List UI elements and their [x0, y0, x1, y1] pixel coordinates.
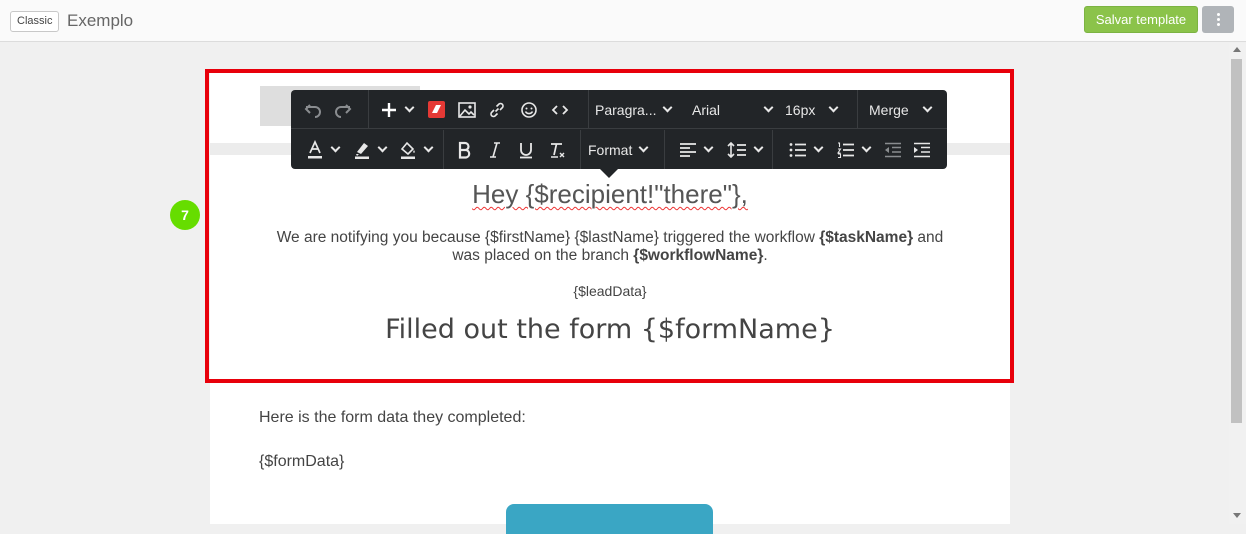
highlight-color-button[interactable] — [347, 130, 391, 169]
link-icon — [490, 102, 504, 117]
brand-logo-icon — [427, 101, 445, 118]
form-heading[interactable]: Filled out the form {$formName} — [210, 313, 1010, 347]
indent-icon — [914, 142, 930, 157]
line-height-dropdown[interactable] — [723, 130, 765, 169]
scroll-down-arrow-icon[interactable] — [1233, 513, 1241, 518]
chevron-down-icon — [763, 102, 774, 113]
italic-icon — [490, 141, 500, 158]
task-name-variable: {$taskName} — [819, 229, 914, 246]
scrollbar-thumb[interactable] — [1231, 59, 1242, 423]
font-family-label: Arial — [692, 101, 721, 118]
chevron-down-icon — [861, 142, 871, 153]
font-family-dropdown[interactable]: Arial — [692, 90, 774, 129]
highlight-color-icon — [354, 142, 369, 159]
clear-format-button[interactable] — [542, 130, 572, 169]
lead-data-variable[interactable]: {$leadData} — [210, 283, 1010, 299]
paragraph-dropdown[interactable]: Paragra... — [595, 90, 681, 129]
form-data-intro[interactable]: Here is the form data they completed: — [259, 409, 526, 427]
clear-format-icon — [551, 142, 565, 158]
chevron-down-icon — [922, 102, 933, 113]
redo-button[interactable] — [327, 90, 359, 129]
workflow-name-variable: {$workflowName} — [633, 247, 764, 264]
step-marker: 7 — [170, 200, 200, 230]
outdent-icon — [885, 142, 901, 157]
code-icon — [551, 104, 569, 115]
fill-color-button[interactable] — [393, 130, 437, 169]
more-options-button[interactable] — [1202, 6, 1234, 33]
insert-button[interactable] — [373, 90, 419, 129]
text-color-button[interactable] — [299, 130, 345, 169]
top-bar: Classic Exemplo Salvar template — [0, 0, 1246, 42]
underline-button[interactable] — [511, 130, 541, 169]
text-color-icon — [307, 139, 322, 158]
undo-icon — [304, 103, 321, 118]
numbered-list-dropdown[interactable] — [831, 130, 875, 169]
merge-label: Merge — [869, 101, 909, 118]
save-template-button[interactable]: Salvar template — [1084, 6, 1198, 33]
chevron-down-icon — [703, 142, 713, 153]
undo-button[interactable] — [297, 90, 329, 129]
chevron-down-icon — [813, 142, 823, 153]
bold-icon — [458, 141, 471, 159]
insert-emoji-button[interactable] — [515, 90, 543, 129]
cta-button[interactable] — [506, 504, 713, 534]
emoji-icon — [521, 101, 537, 118]
chevron-down-icon — [828, 102, 839, 113]
chevron-down-icon — [330, 142, 340, 153]
redo-icon — [335, 103, 352, 118]
form-data-variable[interactable]: {$formData} — [259, 453, 344, 471]
vertical-scrollbar[interactable] — [1229, 43, 1246, 524]
greeting-text: Hey {$recipient!"there"}, — [472, 179, 748, 209]
bullet-list-icon — [789, 142, 806, 157]
editor-mode-badge[interactable]: Classic — [10, 11, 60, 32]
insert-link-button[interactable] — [483, 90, 511, 129]
image-icon — [458, 101, 476, 118]
template-name[interactable]: Exemplo — [67, 10, 133, 32]
toolbar-row-2: Format — [291, 130, 947, 169]
chevron-down-icon — [404, 102, 414, 113]
chevron-down-icon — [753, 142, 763, 153]
insert-image-button[interactable] — [453, 90, 481, 129]
notification-paragraph[interactable]: We are notifying you because {$firstName… — [262, 229, 958, 265]
format-dropdown[interactable]: Format — [588, 130, 658, 169]
toolbar-pointer — [600, 169, 618, 178]
font-size-dropdown[interactable]: 16px — [785, 90, 839, 129]
paragraph-label: Paragra... — [595, 101, 657, 118]
notify-prefix-text: We are notifying you because {$firstName… — [276, 229, 820, 246]
fill-color-icon — [400, 141, 415, 159]
toolbar-row-1: Paragra... Arial 16px Merge — [291, 90, 947, 129]
chevron-down-icon — [423, 142, 433, 153]
align-dropdown[interactable] — [674, 130, 716, 169]
chevron-down-icon — [663, 102, 673, 113]
numbered-list-icon — [836, 141, 854, 158]
chevron-down-icon — [638, 142, 649, 153]
format-label: Format — [588, 141, 633, 158]
bullet-list-dropdown[interactable] — [783, 130, 827, 169]
scroll-up-arrow-icon[interactable] — [1233, 47, 1241, 52]
insert-plus-icon — [381, 102, 396, 117]
bold-button[interactable] — [449, 130, 479, 169]
kebab-icon — [1216, 13, 1220, 16]
brand-button[interactable] — [423, 90, 449, 129]
source-code-button[interactable] — [545, 90, 575, 129]
line-height-icon — [726, 141, 746, 158]
merge-tags-dropdown[interactable]: Merge — [869, 90, 933, 129]
chevron-down-icon — [377, 142, 387, 153]
rich-text-toolbar: Paragra... Arial 16px Merge Format — [291, 90, 947, 169]
italic-button[interactable] — [480, 130, 510, 169]
outdent-button[interactable] — [878, 130, 908, 169]
align-left-icon — [679, 142, 696, 157]
underline-icon — [520, 142, 532, 158]
notify-suffix-text: . — [763, 247, 768, 264]
indent-button[interactable] — [907, 130, 937, 169]
font-size-label: 16px — [785, 101, 816, 118]
email-greeting[interactable]: Hey {$recipient!"there"}, — [210, 178, 1010, 210]
